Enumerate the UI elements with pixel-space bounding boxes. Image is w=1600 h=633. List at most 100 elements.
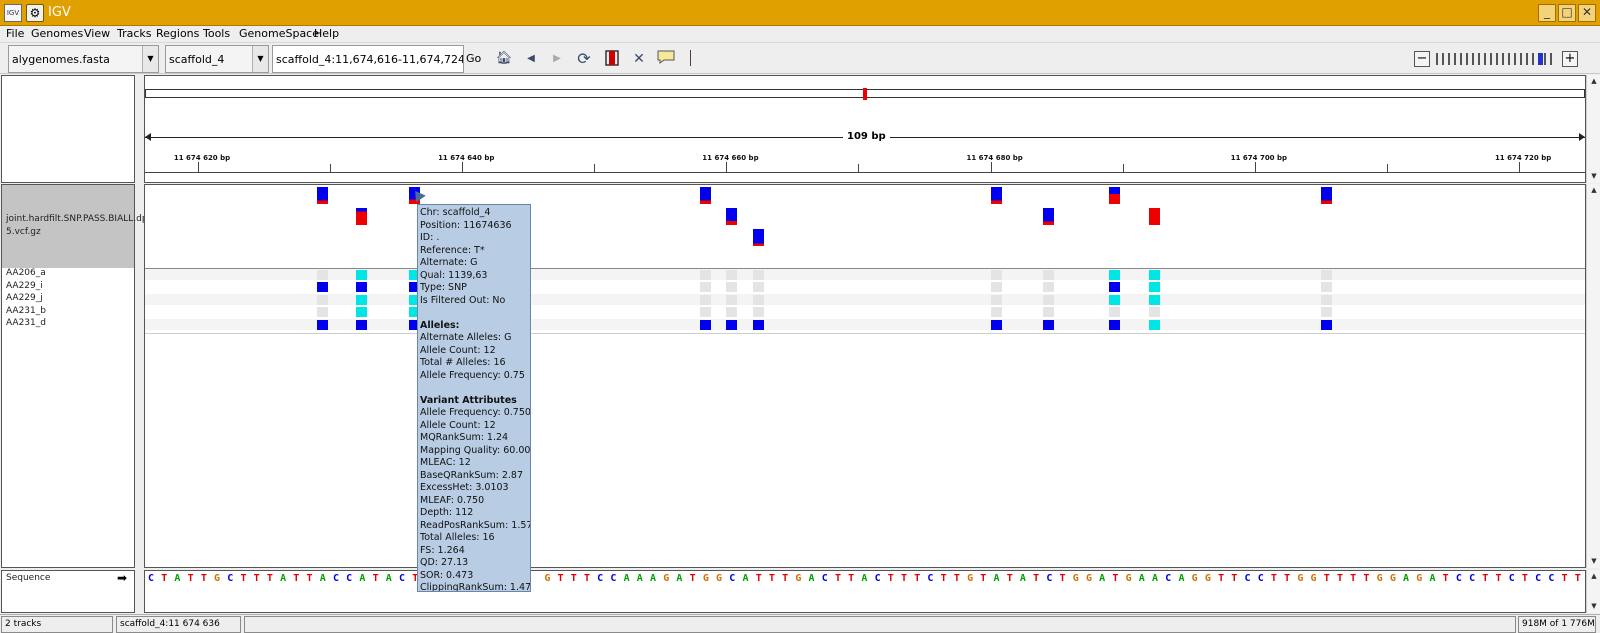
zoom-tick[interactable]: [1532, 53, 1534, 65]
genotype-cell[interactable]: [1320, 319, 1332, 330]
genotype-cell[interactable]: [1043, 294, 1055, 305]
scroll-down-icon[interactable]: ▼: [1587, 600, 1600, 612]
genotype-cell[interactable]: [990, 269, 1002, 280]
zoom-in-button[interactable]: +: [1562, 51, 1578, 67]
genotype-cell[interactable]: [1149, 269, 1161, 280]
genotype-cell[interactable]: [356, 319, 368, 330]
variant-site[interactable]: [990, 187, 1002, 204]
genotype-cell[interactable]: [752, 269, 764, 280]
zoom-tick[interactable]: [1436, 53, 1438, 65]
genotype-cell[interactable]: [699, 269, 711, 280]
locus-input[interactable]: scaffold_4:11,674,616-11,674,724: [272, 45, 464, 73]
genotype-cell[interactable]: [726, 319, 738, 330]
back-icon[interactable]: ◀: [521, 50, 541, 68]
genotype-cell[interactable]: [1320, 269, 1332, 280]
maximize-button[interactable]: □: [1558, 4, 1576, 22]
chevron-down-icon[interactable]: ▼: [252, 46, 268, 72]
zoom-tick[interactable]: [1544, 53, 1546, 65]
popup-text-icon[interactable]: [656, 50, 676, 68]
data-scrollbar[interactable]: ▲ ▼: [1586, 184, 1600, 568]
menu-regions[interactable]: Regions: [156, 27, 199, 41]
variant-site[interactable]: [316, 187, 328, 204]
sample-name[interactable]: AA206_a: [6, 268, 46, 279]
minimize-button[interactable]: _: [1538, 4, 1556, 22]
variant-site[interactable]: [1043, 208, 1055, 225]
genotype-cell[interactable]: [1109, 269, 1121, 280]
scroll-up-icon[interactable]: ▲: [1587, 184, 1600, 196]
zoom-tick[interactable]: [1478, 53, 1480, 65]
zoom-tick[interactable]: [1490, 53, 1492, 65]
menu-view[interactable]: View: [84, 27, 110, 41]
genotype-cell[interactable]: [316, 269, 328, 280]
scroll-up-icon[interactable]: ▲: [1587, 570, 1600, 582]
genotype-cell[interactable]: [1043, 307, 1055, 317]
genotype-cell[interactable]: [316, 319, 328, 330]
genotype-cell[interactable]: [990, 294, 1002, 305]
strand-arrow-icon[interactable]: ➡: [117, 571, 127, 585]
menu-genomes[interactable]: Genomes: [31, 27, 83, 41]
genotype-cell[interactable]: [1109, 307, 1121, 317]
genotype-cell[interactable]: [1109, 294, 1121, 305]
genotype-cell[interactable]: [1109, 282, 1121, 292]
header-scrollbar[interactable]: ▲ ▼: [1586, 75, 1600, 183]
menu-help[interactable]: Help: [314, 27, 339, 41]
zoom-tick[interactable]: [1502, 53, 1504, 65]
close-button[interactable]: ✕: [1578, 4, 1596, 22]
genotype-cell[interactable]: [752, 319, 764, 330]
zoom-tick[interactable]: [1448, 53, 1450, 65]
sample-name[interactable]: AA231_b: [6, 306, 46, 317]
zoom-out-button[interactable]: −: [1414, 51, 1430, 67]
zoom-tick[interactable]: [1496, 53, 1498, 65]
zoom-tick[interactable]: [1550, 53, 1552, 65]
window-menu-icon[interactable]: ⚙: [26, 4, 44, 22]
genome-dropdown[interactable]: alygenomes.fasta ▼: [8, 45, 159, 73]
menu-file[interactable]: File: [6, 27, 24, 41]
zoom-tick[interactable]: [1454, 53, 1456, 65]
zoom-tick[interactable]: [1472, 53, 1474, 65]
zoom-slider[interactable]: [1436, 53, 1552, 65]
genotype-cell[interactable]: [356, 282, 368, 292]
sample-name[interactable]: AA229_i: [6, 281, 43, 292]
genotype-cell[interactable]: [990, 319, 1002, 330]
genotype-cell[interactable]: [316, 307, 328, 317]
genotype-cell[interactable]: [699, 282, 711, 292]
zoom-tick[interactable]: [1520, 53, 1522, 65]
zoom-tick[interactable]: [1508, 53, 1510, 65]
variant-site[interactable]: [1320, 187, 1332, 204]
genotype-cell[interactable]: [356, 269, 368, 280]
genotype-cell[interactable]: [1149, 294, 1161, 305]
zoom-tick[interactable]: [1514, 53, 1516, 65]
genotype-cell[interactable]: [1320, 294, 1332, 305]
zoom-tick[interactable]: [1466, 53, 1468, 65]
scroll-up-icon[interactable]: ▲: [1587, 75, 1600, 87]
genotype-cell[interactable]: [316, 282, 328, 292]
zoom-tick[interactable]: [1526, 53, 1528, 65]
menu-genomespace[interactable]: GenomeSpace: [239, 27, 319, 41]
variant-site[interactable]: [1149, 208, 1161, 225]
genotype-cell[interactable]: [699, 294, 711, 305]
forward-icon[interactable]: ▶: [547, 50, 567, 68]
scroll-down-icon[interactable]: ▼: [1587, 170, 1600, 182]
roi-icon[interactable]: [602, 50, 622, 68]
genotype-cell[interactable]: [752, 294, 764, 305]
genotype-cell[interactable]: [699, 307, 711, 317]
genotype-cell[interactable]: [990, 307, 1002, 317]
variant-track-name-bg[interactable]: joint.hardfilt.SNP.PASS.BIALL.dp4. 5.vcf…: [2, 185, 156, 268]
variant-site[interactable]: [356, 208, 368, 225]
genotype-cell[interactable]: [1149, 319, 1161, 330]
variant-site[interactable]: [1109, 187, 1121, 204]
go-button[interactable]: Go: [466, 52, 481, 65]
resize-icon[interactable]: ✕: [629, 50, 649, 68]
scroll-down-icon[interactable]: ▼: [1587, 555, 1600, 567]
genotype-cell[interactable]: [356, 294, 368, 305]
genotype-cell[interactable]: [752, 307, 764, 317]
genotype-cell[interactable]: [1320, 307, 1332, 317]
genotype-cell[interactable]: [726, 294, 738, 305]
genotype-cell[interactable]: [990, 282, 1002, 292]
sample-name[interactable]: AA231_d: [6, 318, 46, 329]
menu-tracks[interactable]: Tracks: [117, 27, 152, 41]
genotype-cell[interactable]: [1043, 319, 1055, 330]
zoom-tick[interactable]: [1442, 53, 1444, 65]
menu-tools[interactable]: Tools: [203, 27, 230, 41]
genotype-cell[interactable]: [726, 307, 738, 317]
